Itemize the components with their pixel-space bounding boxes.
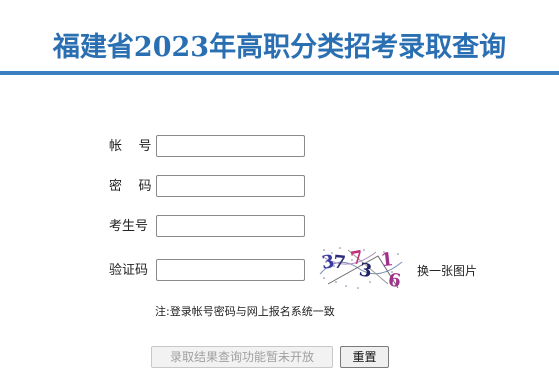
captcha-label: 验证码	[109, 263, 149, 278]
title-divider	[0, 71, 559, 75]
exam-number-label: 考生号	[109, 219, 149, 234]
refresh-captcha-link[interactable]: 换一张图片	[417, 263, 477, 279]
page-title: 福建省2023年高职分类招考录取查询	[52, 32, 507, 63]
account-label: 帐 号	[109, 139, 152, 154]
password-label: 密 码	[109, 179, 152, 194]
password-input[interactable]	[156, 175, 305, 197]
query-results-button: 录取结果查询功能暂未开放	[151, 346, 333, 368]
exam-number-input[interactable]	[156, 215, 305, 237]
login-note: 注:登录帐号密码与网上报名系统一致	[155, 305, 335, 318]
captcha-image[interactable]: 3 7 7 3 1 6	[318, 244, 404, 290]
account-input[interactable]	[156, 135, 305, 157]
captcha-char: 6	[387, 270, 402, 290]
captcha-char: 3	[358, 259, 374, 282]
captcha-input[interactable]	[156, 259, 305, 281]
captcha-char: 7	[332, 252, 347, 274]
reset-button[interactable]: 重置	[340, 346, 389, 368]
captcha-graphic: 3 7 7 3 1 6	[319, 247, 403, 290]
captcha-char: 1	[380, 249, 395, 271]
